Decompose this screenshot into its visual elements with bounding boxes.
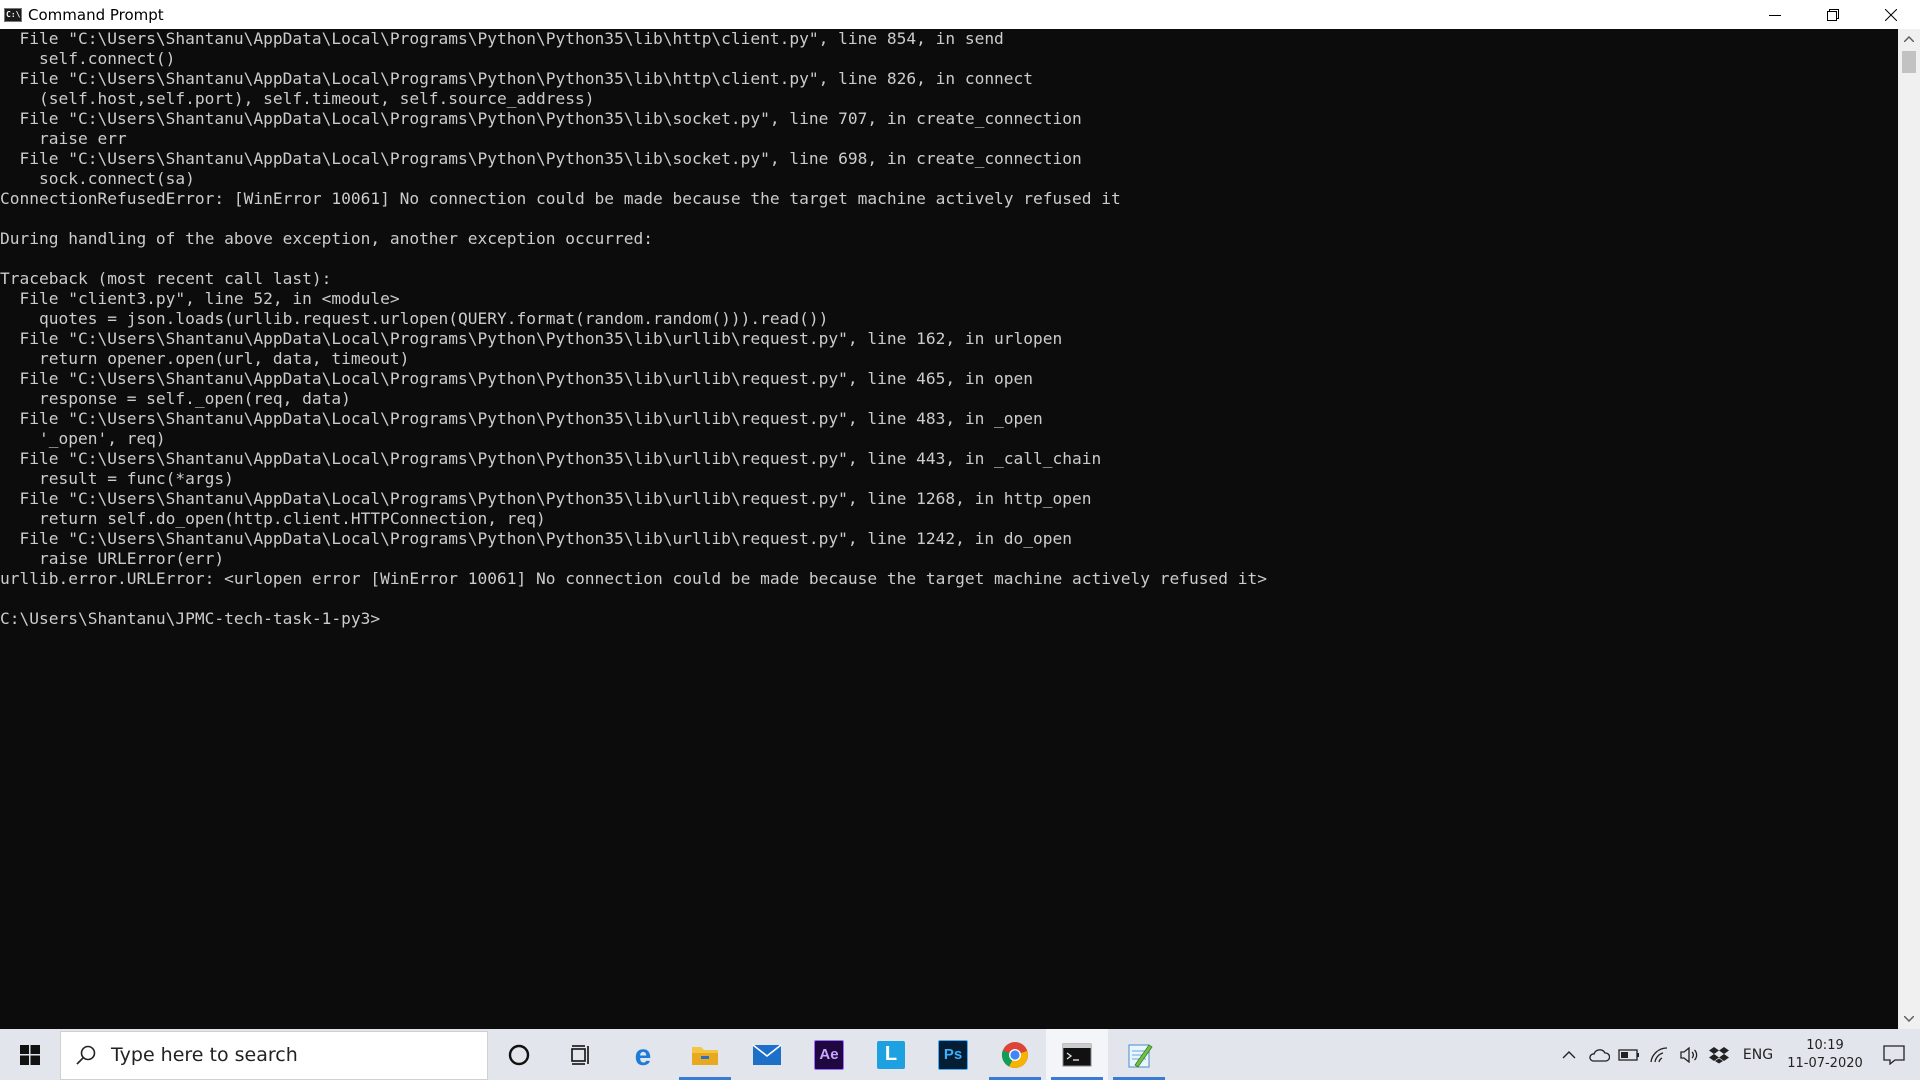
console-line: File "C:\Users\Shantanu\AppData\Local\Pr…	[0, 29, 1004, 48]
restore-icon	[1827, 8, 1839, 21]
taskbar-app-file-explorer[interactable]	[674, 1029, 736, 1080]
console-output[interactable]: File "C:\Users\Shantanu\AppData\Local\Pr…	[0, 29, 1898, 1029]
search-placeholder: Type here to search	[111, 1044, 298, 1066]
minimize-button[interactable]	[1746, 0, 1804, 29]
volume-button[interactable]	[1674, 1029, 1704, 1080]
task-view-icon	[571, 1044, 589, 1065]
taskbar-search-box[interactable]: Type here to search	[60, 1030, 488, 1080]
mail-icon	[752, 1043, 782, 1065]
show-hidden-icons-button[interactable]	[1554, 1029, 1584, 1080]
wifi-icon	[1650, 1046, 1668, 1062]
console-line: response = self._open(req, data)	[0, 389, 351, 408]
clock-date: 11-07-2020	[1787, 1055, 1863, 1071]
taskbar-app-mail[interactable]	[736, 1029, 798, 1080]
cortana-circle-icon	[508, 1044, 530, 1065]
command-prompt-window: C:\ Command Prompt File "C:\Users\Shanta…	[0, 0, 1920, 1029]
restore-button[interactable]	[1804, 0, 1862, 29]
console-line: sock.connect(sa)	[0, 169, 195, 188]
console-line: File "C:\Users\Shantanu\AppData\Local\Pr…	[0, 529, 1073, 548]
taskbar-app-notepad[interactable]	[1108, 1029, 1170, 1080]
network-button[interactable]	[1644, 1029, 1674, 1080]
notification-icon	[1883, 1044, 1905, 1065]
console-line: File "C:\Users\Shantanu\AppData\Local\Pr…	[0, 329, 1063, 348]
chevron-down-icon	[1904, 1016, 1914, 1022]
taskbar: Type here to search e Ae L Ps ENG 10:19 …	[0, 1029, 1920, 1080]
battery-button[interactable]	[1614, 1029, 1644, 1080]
clock-time: 10:19	[1806, 1037, 1844, 1053]
after-effects-icon: Ae	[814, 1039, 844, 1070]
taskbar-app-edge[interactable]: e	[612, 1029, 674, 1080]
photoshop-icon: Ps	[938, 1039, 968, 1070]
console-line: raise err	[0, 129, 127, 148]
vertical-scrollbar[interactable]	[1898, 29, 1920, 1029]
console-line: return opener.open(url, data, timeout)	[0, 349, 410, 368]
action-center-button[interactable]	[1868, 1029, 1920, 1080]
dropbox-button[interactable]	[1704, 1029, 1734, 1080]
task-view-button[interactable]	[550, 1029, 612, 1080]
search-icon	[61, 1044, 111, 1066]
console-line: result = func(*args)	[0, 469, 234, 488]
scroll-up-button[interactable]	[1898, 29, 1920, 49]
l-app-icon: L	[877, 1040, 905, 1069]
onedrive-button[interactable]	[1584, 1029, 1614, 1080]
notepad-icon	[1128, 1043, 1153, 1068]
title-bar[interactable]: C:\ Command Prompt	[0, 0, 1920, 29]
taskbar-app-chrome[interactable]	[984, 1029, 1046, 1080]
speaker-icon	[1680, 1046, 1698, 1063]
input-language-indicator[interactable]: ENG	[1734, 1047, 1782, 1063]
console-line: During handling of the above exception, …	[0, 229, 653, 248]
terminal-icon	[1062, 1043, 1092, 1066]
chevron-up-icon	[1562, 1050, 1576, 1058]
dropbox-icon	[1709, 1046, 1729, 1063]
scroll-down-button[interactable]	[1898, 1009, 1920, 1029]
scroll-thumb[interactable]	[1902, 51, 1916, 73]
console-line: self.connect()	[0, 49, 176, 68]
taskbar-app-command-prompt[interactable]	[1046, 1029, 1108, 1080]
console-line: File "C:\Users\Shantanu\AppData\Local\Pr…	[0, 489, 1092, 508]
clock[interactable]: 10:19 11-07-2020	[1782, 1037, 1868, 1073]
console-line: File "C:\Users\Shantanu\AppData\Local\Pr…	[0, 369, 1034, 388]
console-line: '_open', req)	[0, 429, 166, 448]
taskbar-app-after-effects[interactable]: Ae	[798, 1029, 860, 1080]
folder-icon	[692, 1046, 718, 1065]
console-line: ConnectionRefusedError: [WinError 10061]…	[0, 189, 1121, 208]
console-line: File "C:\Users\Shantanu\AppData\Local\Pr…	[0, 109, 1082, 128]
console-line: File "C:\Users\Shantanu\AppData\Local\Pr…	[0, 449, 1102, 468]
window-controls	[1746, 0, 1920, 29]
console-line: C:\Users\Shantanu\JPMC-tech-task-1-py3>	[0, 609, 381, 628]
taskbar-app-l[interactable]: L	[860, 1029, 922, 1080]
chevron-up-icon	[1904, 36, 1914, 42]
chrome-icon	[1001, 1041, 1028, 1068]
cloud-icon	[1589, 1048, 1610, 1062]
console-line: Traceback (most recent call last):	[0, 269, 332, 288]
window-title: Command Prompt	[28, 5, 164, 24]
close-button[interactable]	[1862, 0, 1920, 29]
cmd-app-icon: C:\	[4, 7, 22, 22]
console-line: urllib.error.URLError: <urlopen error [W…	[0, 569, 1267, 588]
windows-logo-icon	[20, 1044, 40, 1065]
taskbar-app-photoshop[interactable]: Ps	[922, 1029, 984, 1080]
console-line: File "C:\Users\Shantanu\AppData\Local\Pr…	[0, 409, 1043, 428]
console-line: File "C:\Users\Shantanu\AppData\Local\Pr…	[0, 69, 1034, 88]
cortana-button[interactable]	[488, 1029, 550, 1080]
close-icon	[1885, 8, 1897, 21]
console-line: quotes = json.loads(urllib.request.urlop…	[0, 309, 829, 328]
console-line: File "client3.py", line 52, in <module>	[0, 289, 400, 308]
console-line: return self.do_open(http.client.HTTPConn…	[0, 509, 546, 528]
battery-icon	[1618, 1048, 1639, 1061]
edge-icon: e	[635, 1041, 652, 1069]
console-line: (self.host,self.port), self.timeout, sel…	[0, 89, 595, 108]
console-line: raise URLError(err)	[0, 549, 225, 568]
svg-text:e: e	[635, 1041, 652, 1069]
minimize-icon	[1769, 14, 1781, 16]
console-line: File "C:\Users\Shantanu\AppData\Local\Pr…	[0, 149, 1082, 168]
start-button[interactable]	[0, 1029, 60, 1080]
system-tray: ENG 10:19 11-07-2020	[1554, 1029, 1920, 1080]
